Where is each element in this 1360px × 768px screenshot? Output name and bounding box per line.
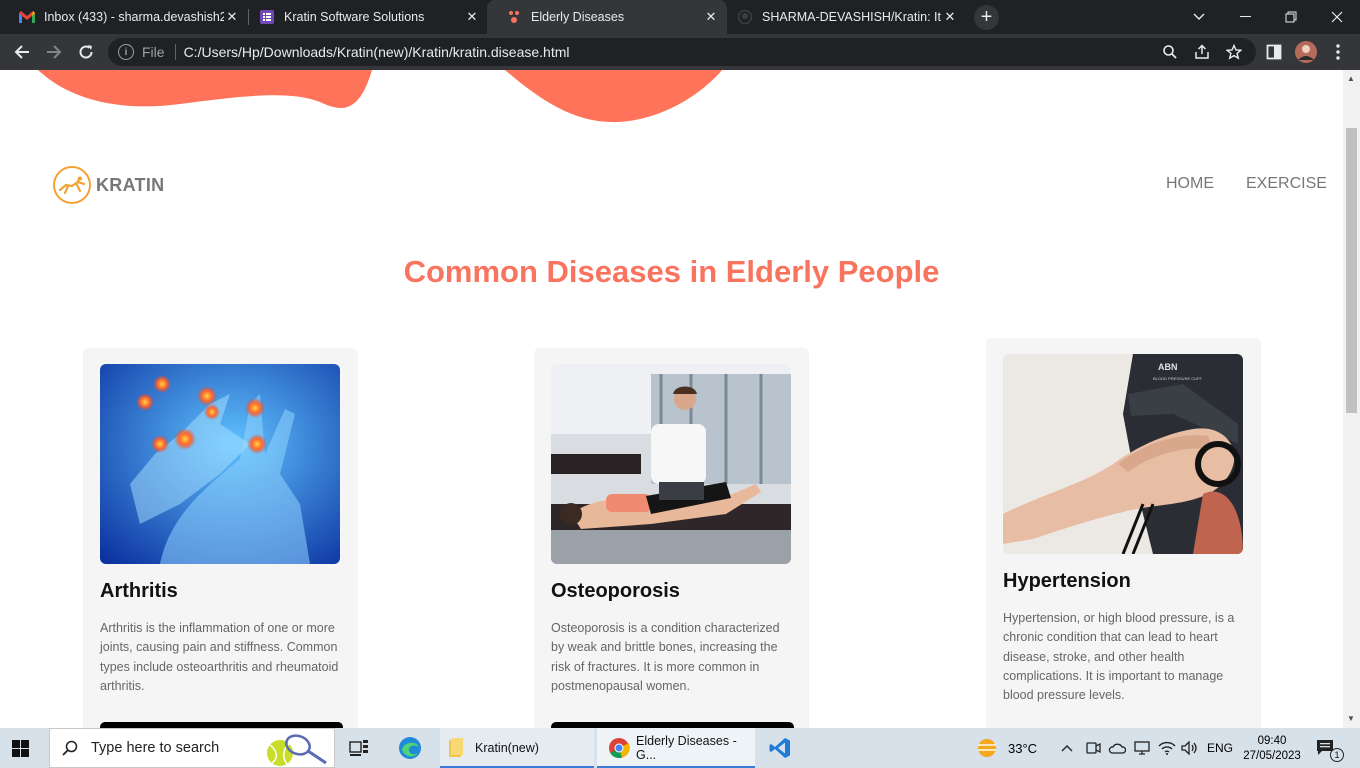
card-description: Hypertension, or high blood pressure, is… (1003, 611, 1235, 703)
vscode-icon[interactable] (769, 728, 795, 768)
tab-github[interactable]: SHARMA-DEVASHISH/Kratin: It is ✕ (718, 0, 966, 34)
forward-icon[interactable] (40, 38, 68, 66)
url-text[interactable]: C:/Users/Hp/Downloads/Kratin(new)/Kratin… (184, 44, 570, 60)
profile-avatar[interactable] (1292, 38, 1320, 66)
card-title: Arthritis (100, 580, 178, 602)
chevron-up-icon[interactable] (1061, 728, 1073, 768)
hypertension-image: ABN BLOOD PRESSURE CUFF (1003, 354, 1243, 554)
tab-title: Elderly Diseases (531, 10, 625, 24)
browser-toolbar: i File C:/Users/Hp/Downloads/Kratin(new)… (0, 34, 1360, 70)
close-tab-icon[interactable]: ✕ (942, 9, 958, 25)
card-description: Osteoporosis is a condition characterize… (551, 621, 780, 693)
speaker-icon[interactable] (1181, 728, 1199, 768)
clock[interactable]: 09:40 27/05/2023 (1240, 728, 1304, 768)
notification-count: 1 (1330, 748, 1344, 762)
share-icon[interactable] (1188, 38, 1216, 66)
disease-card-arthritis: Arthritis Arthritis is the inflammation … (83, 348, 358, 728)
nav-link-exercise[interactable]: EXERCISE (1246, 175, 1327, 193)
site-info-icon[interactable]: i (118, 44, 134, 60)
notifications-icon[interactable]: 1 (1316, 728, 1344, 768)
scroll-up-arrow-icon[interactable]: ▲ (1347, 74, 1355, 83)
tab-title: Inbox (433) - sharma.devashish2 (44, 10, 224, 24)
reload-icon[interactable] (72, 38, 100, 66)
minimize-button[interactable] (1222, 0, 1268, 34)
gmail-icon (19, 9, 35, 25)
search-placeholder: Type here to search (91, 740, 220, 756)
scroll-down-arrow-icon[interactable]: ▼ (1347, 714, 1355, 723)
page-icon (506, 9, 522, 25)
new-tab-button[interactable]: + (974, 5, 999, 30)
page-viewport: KRATIN HOME EXERCISE Common Diseases in … (0, 70, 1343, 728)
restore-button[interactable] (1268, 0, 1314, 34)
search-icon (62, 740, 78, 756)
disease-card-hypertension: ABN BLOOD PRESSURE CUFF Hypertension Hyp… (986, 338, 1261, 728)
tab-title: SHARMA-DEVASHISH/Kratin: It is (762, 10, 942, 24)
weather-temperature[interactable]: 33°C (1008, 728, 1037, 768)
taskbar-app-explorer[interactable]: Kratin(new) (440, 728, 594, 768)
meet-now-icon[interactable] (1085, 728, 1101, 768)
close-tab-icon[interactable]: ✕ (703, 9, 719, 25)
tab-elderly-diseases[interactable]: Elderly Diseases ✕ (487, 0, 727, 34)
close-tab-icon[interactable]: ✕ (224, 9, 240, 25)
onedrive-cloud-icon[interactable] (1108, 728, 1126, 768)
scheme-label: File (142, 44, 165, 60)
input-language[interactable]: ENG (1207, 728, 1233, 768)
svg-text:ABN: ABN (1158, 362, 1178, 372)
bookmark-star-icon[interactable] (1220, 38, 1248, 66)
svg-text:BLOOD PRESSURE CUFF: BLOOD PRESSURE CUFF (1153, 376, 1202, 381)
card-title: Osteoporosis (551, 580, 680, 602)
app-label: Elderly Diseases - G... (636, 734, 737, 762)
nav-link-home[interactable]: HOME (1166, 175, 1214, 193)
address-bar[interactable]: i File C:/Users/Hp/Downloads/Kratin(new)… (108, 38, 1256, 66)
windows-taskbar: Type here to search Kratin(new) Elderly … (0, 728, 1360, 768)
decorative-wave-shape (38, 70, 722, 123)
menu-kebab-icon[interactable] (1324, 38, 1352, 66)
back-icon[interactable] (8, 38, 36, 66)
kratin-logo-icon (53, 166, 91, 204)
desktop-icon[interactable] (1134, 728, 1150, 768)
tab-search-chevron-icon[interactable] (1176, 0, 1222, 34)
disease-card-osteoporosis: Osteoporosis Osteoporosis is a condition… (534, 348, 809, 728)
brand[interactable]: KRATIN (53, 166, 164, 204)
app-label: Kratin(new) (475, 741, 539, 755)
scrollbar-thumb[interactable] (1346, 128, 1357, 413)
page-scrollbar[interactable]: ▲ ▼ (1343, 70, 1360, 728)
wifi-icon[interactable] (1158, 728, 1176, 768)
windows-start-icon[interactable] (12, 728, 38, 768)
card-description: Arthritis is the inflammation of one or … (100, 621, 339, 693)
task-view-icon[interactable] (349, 728, 373, 768)
forms-icon (259, 9, 275, 25)
zoom-icon[interactable] (1156, 38, 1184, 66)
taskbar-app-chrome[interactable]: Elderly Diseases - G... (597, 728, 755, 768)
weather-icon[interactable] (976, 728, 1000, 768)
divider (174, 44, 176, 60)
side-panel-icon[interactable] (1260, 38, 1288, 66)
card-title: Hypertension (1003, 570, 1131, 592)
close-window-button[interactable] (1314, 0, 1360, 34)
clock-date: 27/05/2023 (1243, 749, 1301, 762)
github-icon (737, 9, 753, 25)
tab-title: Kratin Software Solutions (284, 10, 425, 24)
page-title: Common Diseases in Elderly People (403, 254, 940, 289)
clock-time: 09:40 (1257, 734, 1287, 747)
chrome-icon (608, 737, 630, 759)
arthritis-image (100, 364, 340, 564)
osteoporosis-image (551, 364, 791, 564)
edge-icon[interactable] (398, 728, 424, 768)
folder-icon (449, 738, 463, 758)
brand-name: KRATIN (96, 174, 165, 195)
close-tab-icon[interactable]: ✕ (464, 9, 480, 25)
tennis-racket-icon (264, 731, 330, 767)
tab-kratin-forms[interactable]: Kratin Software Solutions ✕ (240, 0, 488, 34)
taskbar-search-input[interactable]: Type here to search (49, 728, 335, 768)
tab-gmail[interactable]: Inbox (433) - sharma.devashish2 ✕ (0, 0, 248, 34)
browser-tab-strip: Inbox (433) - sharma.devashish2 ✕ Kratin… (0, 0, 1360, 34)
